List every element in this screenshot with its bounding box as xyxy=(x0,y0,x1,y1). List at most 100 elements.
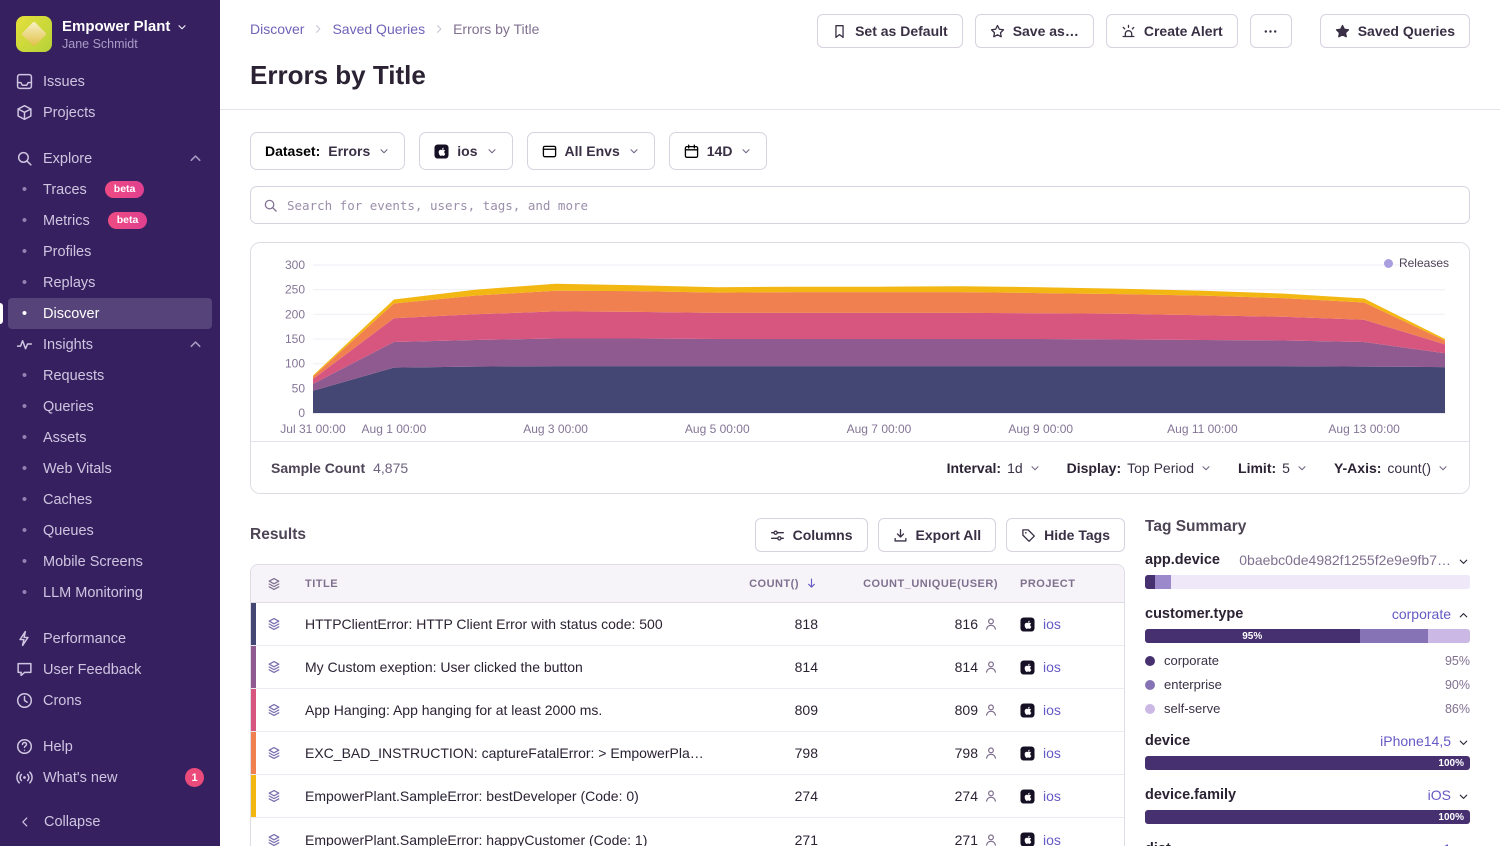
chart-control-interval[interactable]: Interval:1d xyxy=(947,460,1041,476)
sidebar-item-performance[interactable]: Performance xyxy=(8,623,212,654)
sidebar-item-requests[interactable]: •Requests xyxy=(8,360,212,391)
sidebar-item-replays[interactable]: •Replays xyxy=(8,267,212,298)
user-icon xyxy=(984,746,998,760)
beta-badge: beta xyxy=(105,181,145,198)
error-title-link[interactable]: EXC_BAD_INSTRUCTION: captureFatalError: … xyxy=(297,745,716,761)
sidebar-item-crons[interactable]: Crons xyxy=(8,685,212,716)
nav-label: What's new xyxy=(43,770,118,786)
breadcrumb-item-discover[interactable]: Discover xyxy=(250,21,304,37)
search-input[interactable]: Search for events, users, tags, and more xyxy=(250,186,1470,224)
tag-header-app-device[interactable]: app.device0baebc0de4982f1255f2e9e9fb7… xyxy=(1145,552,1470,568)
sidebar-item-profiles[interactable]: •Profiles xyxy=(8,236,212,267)
filter-all-envs[interactable]: All Envs xyxy=(527,132,655,170)
tag-legend-row[interactable]: enterprise90% xyxy=(1145,677,1470,692)
tag-header-device-family[interactable]: device.familyiOS xyxy=(1145,787,1470,803)
stacked-area-chart[interactable]: 050100150200250300Jul 31 00:00Aug 1 00:0… xyxy=(265,251,1455,441)
chevron-down-icon xyxy=(1296,462,1308,474)
svg-text:Aug 5 00:00: Aug 5 00:00 xyxy=(685,422,750,436)
control-value: count() xyxy=(1387,460,1431,476)
sidebar-item-issues[interactable]: Issues xyxy=(8,66,212,97)
tag-distribution-bar[interactable] xyxy=(1145,575,1470,589)
tag-distribution-bar[interactable]: 100% xyxy=(1145,756,1470,770)
filter-label: Dataset: xyxy=(265,143,320,159)
column-header-project[interactable]: PROJECT xyxy=(1006,578,1124,590)
sidebar-item-queries[interactable]: •Queries xyxy=(8,391,212,422)
project-link[interactable]: ios xyxy=(1043,788,1061,804)
column-header-count-unique[interactable]: COUNT_UNIQUE(USER) xyxy=(826,578,1006,590)
chevron-down-icon xyxy=(1457,841,1470,846)
create-alert-button[interactable]: Create Alert xyxy=(1106,14,1238,48)
more-options-button[interactable] xyxy=(1250,14,1292,48)
legend-percent: 86% xyxy=(1445,702,1470,716)
sidebar-item-caches[interactable]: •Caches xyxy=(8,484,212,515)
sidebar-item-traces[interactable]: •Tracesbeta xyxy=(8,174,212,205)
sidebar-section-insights[interactable]: Insights xyxy=(8,329,212,360)
tag-header-dist[interactable]: dist1 xyxy=(1145,841,1470,846)
count-unique-value: 271 xyxy=(826,832,1006,846)
chart-control-y-axis[interactable]: Y-Axis:count() xyxy=(1334,460,1449,476)
filter-14d[interactable]: 14D xyxy=(669,132,768,170)
org-switcher[interactable]: Empower Plant Jane Schmidt xyxy=(0,14,220,66)
save-as-button[interactable]: Save as… xyxy=(975,14,1094,48)
tag-legend-row[interactable]: corporate95% xyxy=(1145,653,1470,668)
chart-legend-releases[interactable]: Releases xyxy=(1384,256,1449,270)
error-title-link[interactable]: EmpowerPlant.SampleError: bestDeveloper … xyxy=(297,788,716,804)
sidebar-item-web-vitals[interactable]: •Web Vitals xyxy=(8,453,212,484)
sidebar-section-explore[interactable]: Explore xyxy=(8,143,212,174)
projects-icon xyxy=(16,104,33,121)
error-title-link[interactable]: My Custom exeption: User clicked the but… xyxy=(297,659,716,675)
project-link[interactable]: ios xyxy=(1043,745,1061,761)
sidebar-item-mobile-screens[interactable]: •Mobile Screens xyxy=(8,546,212,577)
chevron-right-icon xyxy=(312,23,324,35)
tag-distribution-bar[interactable]: 100% xyxy=(1145,810,1470,824)
tag-top-value: 1 xyxy=(1443,841,1451,846)
nav-label: Crons xyxy=(43,693,82,709)
saved-queries-button[interactable]: Saved Queries xyxy=(1320,14,1470,48)
apple-icon xyxy=(1020,660,1035,675)
error-title-link[interactable]: HTTPClientError: HTTP Client Error with … xyxy=(297,616,716,632)
error-title-link[interactable]: EmpowerPlant.SampleError: happyCustomer … xyxy=(297,832,716,846)
header-actions: Set as Default Save as… Create Alert Saved … xyxy=(817,14,1470,48)
project-link[interactable]: ios xyxy=(1043,702,1061,718)
user-icon xyxy=(984,833,998,846)
svg-text:150: 150 xyxy=(285,332,305,346)
collapse-button[interactable]: Collapse xyxy=(0,804,220,836)
ellipsis-icon xyxy=(1263,24,1278,39)
sidebar-item-discover[interactable]: •Discover xyxy=(8,298,212,329)
column-header-title[interactable]: TITLE xyxy=(297,578,716,590)
discover-chart-svg[interactable]: 050100150200250300Jul 31 00:00Aug 1 00:0… xyxy=(265,251,1455,441)
tag-header-customer-type[interactable]: customer.typecorporate xyxy=(1145,606,1470,622)
sidebar-item-queues[interactable]: •Queues xyxy=(8,515,212,546)
tag-key: app.device xyxy=(1145,552,1220,568)
sidebar-item-assets[interactable]: •Assets xyxy=(8,422,212,453)
sidebar-item-llm-monitoring[interactable]: •LLM Monitoring xyxy=(8,577,212,608)
error-title-link[interactable]: App Hanging: App hanging for at least 20… xyxy=(297,702,716,718)
column-header-count[interactable]: COUNT() xyxy=(716,577,826,590)
set-as-default-button[interactable]: Set as Default xyxy=(817,14,963,48)
nav-label: Issues xyxy=(43,74,85,90)
nav-label: Discover xyxy=(43,306,99,322)
table-row: EXC_BAD_INSTRUCTION: captureFatalError: … xyxy=(251,732,1124,775)
breadcrumb-item-saved-queries[interactable]: Saved Queries xyxy=(332,21,425,37)
apple-icon xyxy=(1020,789,1035,804)
chart-control-display[interactable]: Display:Top Period xyxy=(1067,460,1212,476)
chart-control-limit[interactable]: Limit:5 xyxy=(1238,460,1308,476)
project-link[interactable]: ios xyxy=(1043,659,1061,675)
filter-ios[interactable]: ios xyxy=(419,132,512,170)
project-link[interactable]: ios xyxy=(1043,616,1061,632)
sidebar-item-help[interactable]: Help xyxy=(8,731,212,762)
sidebar-item-what-s-new[interactable]: What's new1 xyxy=(8,762,212,793)
tag-header-device[interactable]: deviceiPhone14,5 xyxy=(1145,733,1470,749)
hide-tags-button[interactable]: Hide Tags xyxy=(1006,518,1125,552)
columns-button[interactable]: Columns xyxy=(755,518,868,552)
apple-icon xyxy=(1020,832,1035,846)
export-all-button[interactable]: Export All xyxy=(878,518,997,552)
tag-legend-row[interactable]: self-serve86% xyxy=(1145,701,1470,716)
filter-dataset[interactable]: Dataset:Errors xyxy=(250,132,405,170)
project-link[interactable]: ios xyxy=(1043,832,1061,846)
sidebar-item-projects[interactable]: Projects xyxy=(8,97,212,128)
tag-distribution-bar[interactable]: 95% xyxy=(1145,629,1470,643)
sidebar-item-metrics[interactable]: •Metricsbeta xyxy=(8,205,212,236)
download-icon xyxy=(893,528,908,543)
sidebar-item-user-feedback[interactable]: User Feedback xyxy=(8,654,212,685)
